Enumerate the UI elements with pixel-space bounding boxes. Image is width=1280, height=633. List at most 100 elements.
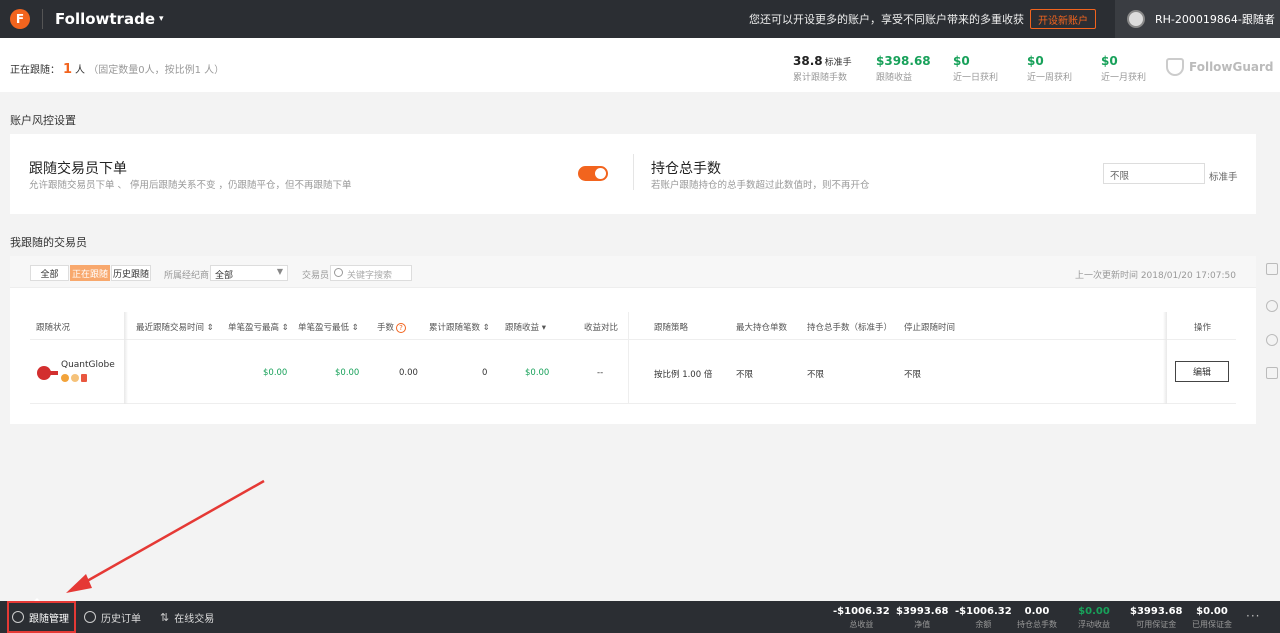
- stat-label: 余额: [975, 620, 992, 629]
- promo-text: 您还可以开设更多的账户，享受不同账户带来的多重收获: [749, 13, 1024, 26]
- tab-order-history[interactable]: 历史订单: [84, 601, 141, 633]
- bottom-stat-free-margin: $3993.68 可用保证金: [1130, 606, 1183, 630]
- bottom-stat-used-margin: $0.00 已用保证金: [1192, 606, 1232, 630]
- avatar: [1127, 10, 1145, 28]
- stat-unit: 标准手: [824, 58, 852, 68]
- col-profit[interactable]: 跟随收益 ▾: [505, 321, 546, 333]
- cell-min-pl: $0.00: [335, 368, 360, 378]
- stat-label: 累计跟随手数: [793, 73, 848, 83]
- cell-max-orders: 不限: [736, 370, 754, 380]
- cell-profit: $0.00: [525, 368, 550, 378]
- stat-label: 可用保证金: [1136, 620, 1177, 629]
- brand-divider: [42, 9, 43, 29]
- bottom-stat-floating: $0.00 浮动收益: [1078, 606, 1110, 630]
- stat-value: $0: [1101, 54, 1118, 68]
- quantglobe-logo-icon: [37, 366, 58, 380]
- stat-value: $3993.68: [896, 606, 949, 617]
- tab-follow-management[interactable]: 跟随管理: [7, 601, 76, 633]
- bottom-bar: 跟随管理 历史订单 ⇅ 在线交易 -$1006.32 总收益 $3993.68 …: [0, 601, 1280, 633]
- stats-bar: 正在跟随： 1 人 （固定数量0人，按比例1 人） 38.8 标准手 累计跟随手数 $…: [0, 38, 1280, 92]
- divider: [633, 154, 634, 190]
- following-label: 正在跟随：: [10, 65, 60, 76]
- arrows-updown-icon: ⇅: [160, 610, 170, 624]
- open-account-button[interactable]: 开设新账户: [1030, 9, 1096, 29]
- filter-bar: 全部 正在跟随 历史跟随 所属经纪商 全部 ▼ 交易员 关键字搜索 上一次更新时…: [10, 256, 1256, 288]
- broker-select-value: 全部: [215, 271, 234, 281]
- help-icon[interactable]: ?: [396, 323, 407, 333]
- stat-week-profit: $0 近一周获利: [1027, 54, 1072, 83]
- col-max-pl[interactable]: 单笔盈亏最高 ⇕: [228, 321, 289, 333]
- col-max-orders: 最大持仓单数: [736, 323, 788, 333]
- stat-label: 近一周获利: [1027, 73, 1073, 83]
- last-updated: 上一次更新时间 2018/01/20 17:07:50: [1074, 271, 1236, 281]
- followtrade-logo-icon: F: [10, 9, 30, 29]
- fixed-column-shadow: [1163, 312, 1167, 404]
- headset-icon[interactable]: [1266, 300, 1278, 312]
- total-lots-input[interactable]: 不限: [1103, 163, 1205, 184]
- risk-section-title: 账户风控设置: [10, 114, 76, 127]
- bottom-stat-total-lots: 0.00 持仓总手数: [1017, 606, 1057, 630]
- following-unit: 人: [75, 65, 86, 76]
- table-header: 跟随状况 最近跟随交易时间 ⇕ 单笔盈亏最高 ⇕ 单笔盈亏最低 ⇕ 手数? 累计…: [30, 312, 1236, 340]
- stat-value: -$1006.32: [955, 606, 1012, 617]
- tab-online-trading[interactable]: ⇅ 在线交易: [160, 601, 214, 633]
- col-status: 跟随状况: [36, 323, 71, 333]
- col-count[interactable]: 累计跟随笔数 ⇕: [429, 321, 490, 333]
- col-min-pl[interactable]: 单笔盈亏最低 ⇕: [298, 321, 359, 333]
- more-icon[interactable]: ···: [1246, 609, 1260, 623]
- badge-icon: [71, 374, 79, 382]
- trader-name[interactable]: QuantGlobe: [61, 360, 115, 370]
- tab-all[interactable]: 全部: [30, 265, 69, 281]
- edit-button[interactable]: 编辑: [1175, 361, 1229, 382]
- stat-value: $3993.68: [1130, 606, 1183, 617]
- stat-value: $0.00: [1196, 606, 1228, 617]
- stat-value: $0.00: [1078, 606, 1110, 617]
- cell-compare: --: [597, 368, 604, 378]
- stat-label: 净值: [914, 620, 931, 629]
- col-lots[interactable]: 手数?: [377, 321, 407, 333]
- bottom-stat-total-profit: -$1006.32 总收益: [833, 606, 890, 630]
- shield-icon: [1166, 58, 1184, 76]
- feedback-icon[interactable]: [1266, 263, 1278, 275]
- stat-label: 近一月获利: [1101, 73, 1147, 83]
- following-summary: 正在跟随： 1 人 （固定数量0人，按比例1 人）: [10, 61, 224, 77]
- clock-icon: [84, 611, 96, 623]
- trader-badges: [61, 374, 87, 382]
- following-note: （固定数量0人，按比例1 人）: [88, 65, 225, 76]
- followguard-text: FollowGuard: [1189, 60, 1274, 74]
- follow-order-desc: 允许跟随交易员下单 、 停用后跟随关系不变 ，仍跟随平仓，但不再跟随下单: [29, 180, 352, 191]
- users-icon: [12, 611, 24, 623]
- brand-menu[interactable]: Followtrade ▾: [55, 10, 164, 28]
- cell-total-lots: 不限: [807, 370, 825, 380]
- follow-order-toggle[interactable]: [578, 166, 608, 181]
- col-last-time[interactable]: 最近跟随交易时间 ⇕: [136, 321, 214, 333]
- trader-search-input[interactable]: 关键字搜索: [330, 265, 412, 281]
- mobile-icon[interactable]: [1266, 367, 1278, 379]
- tab-label: 跟随管理: [29, 613, 69, 625]
- total-lots-title: 持仓总手数: [651, 161, 721, 177]
- stat-label: 跟随收益: [876, 73, 913, 83]
- stat-value: $0: [1027, 54, 1044, 68]
- column-divider: [628, 312, 629, 404]
- top-bar: F Followtrade ▾ 您还可以开设更多的账户，享受不同账户带来的多重收…: [0, 0, 1280, 38]
- cell-stop-time: 不限: [904, 370, 922, 380]
- badge-icon: [61, 374, 69, 382]
- col-action: 操作: [1194, 323, 1212, 333]
- tab-following[interactable]: 正在跟随: [70, 265, 110, 281]
- broker-select[interactable]: 全部 ▼: [210, 265, 288, 281]
- search-placeholder: 关键字搜索: [347, 271, 393, 281]
- col-strategy: 跟随策略: [654, 323, 689, 333]
- trader-label: 交易员: [302, 271, 330, 281]
- help-icon[interactable]: [1266, 334, 1278, 346]
- tab-history[interactable]: 历史跟随: [111, 265, 151, 281]
- total-lots-unit: 标准手: [1209, 172, 1238, 183]
- user-menu[interactable]: RH-200019864-跟随者: [1115, 0, 1280, 38]
- toggle-knob: [595, 168, 606, 179]
- bottom-stat-balance: -$1006.32 余额: [955, 606, 1012, 630]
- stat-label: 近一日获利: [953, 73, 999, 83]
- stat-value: 38.8: [793, 54, 823, 68]
- traders-card: 全部 正在跟随 历史跟随 所属经纪商 全部 ▼ 交易员 关键字搜索 上一次更新时…: [10, 256, 1256, 424]
- stat-day-profit: $0 近一日获利: [953, 54, 998, 83]
- tab-label: 在线交易: [174, 613, 215, 625]
- stat-value: 0.00: [1024, 606, 1050, 617]
